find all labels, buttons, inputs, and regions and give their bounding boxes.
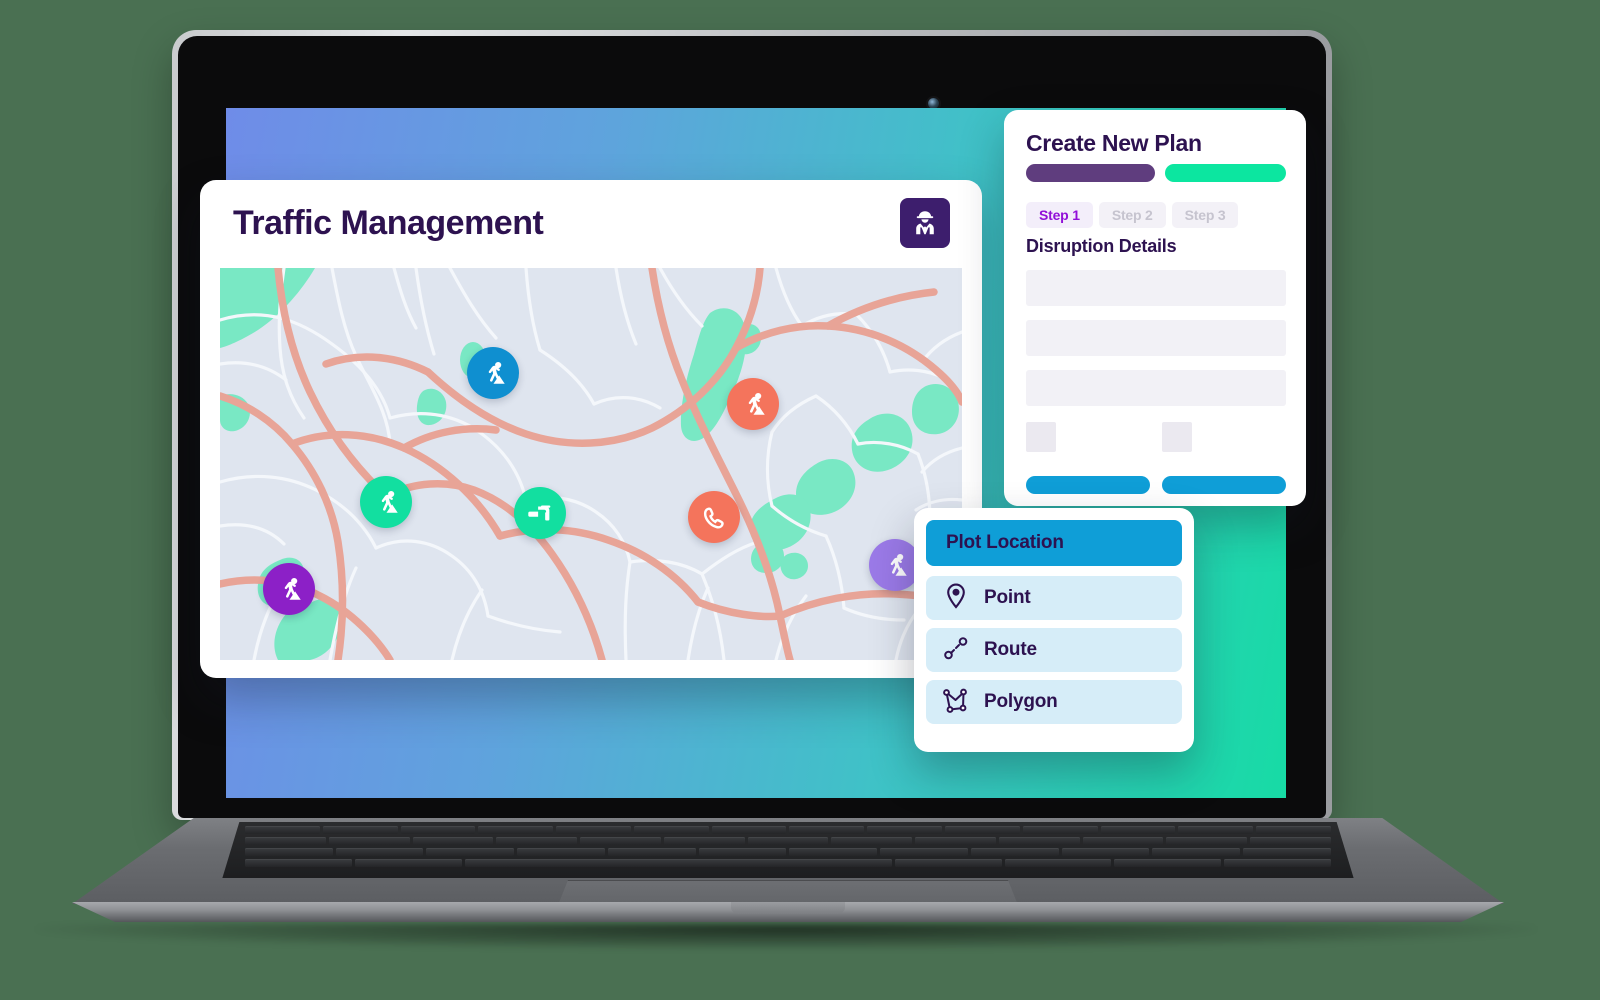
map-pin-icon [942, 582, 970, 615]
keyboard-key [328, 837, 410, 845]
laptop-base [72, 818, 1504, 930]
map-marker-roadworks-blue[interactable] [467, 347, 519, 399]
keyboard-spacebar [464, 859, 892, 867]
disruption-field-3[interactable] [1026, 370, 1286, 406]
map-marker-roadworks-green[interactable] [360, 476, 412, 528]
construction-worker-avatar-icon[interactable] [900, 198, 950, 248]
keyboard-key [517, 848, 605, 856]
keyboard-key [478, 826, 554, 834]
keyboard-key [556, 826, 631, 834]
keyboard-key [789, 826, 865, 834]
tab-step-2[interactable]: Step 2 [1098, 202, 1166, 228]
keyboard-key [244, 848, 333, 856]
keyboard-key [1224, 859, 1331, 867]
disruption-field-1[interactable] [1026, 270, 1286, 306]
step-tabs: Step 1 Step 2 Step 3 [1026, 202, 1239, 228]
keyboard-key [698, 848, 787, 856]
keyboard-key [335, 848, 424, 856]
keyboard-key [1061, 848, 1150, 856]
keyboard [222, 822, 1354, 878]
keyboard-key [426, 848, 515, 856]
screenshot-stage: Traffic Management Create New Plan Step … [0, 0, 1600, 1000]
traffic-management-card: Traffic Management [200, 180, 982, 678]
disruption-field-2[interactable] [1026, 320, 1286, 356]
map-marker-telecoms[interactable] [688, 491, 740, 543]
keyboard-key [496, 837, 578, 845]
keyboard-key [711, 826, 787, 834]
tab-step-1[interactable]: Step 1 [1026, 202, 1093, 228]
keyboard-key [998, 837, 1080, 845]
keyboard-key [1256, 826, 1331, 834]
primary-progress-bar [1026, 164, 1155, 182]
keyboard-key [354, 859, 462, 867]
secondary-progress-bar [1164, 164, 1286, 182]
map-viewport[interactable] [220, 268, 962, 660]
keyboard-key [867, 826, 943, 834]
keyboard-key [244, 826, 320, 834]
page-title: Traffic Management [233, 204, 544, 242]
create-new-plan-panel: Create New Plan Step 1 Step 2 Step 3 Dis… [1004, 110, 1306, 506]
map-graphic [220, 268, 962, 660]
keyboard-key [633, 826, 709, 834]
plot-location-panel: Plot Location Point Route Polygon [914, 508, 1194, 752]
laptop-open-notch [730, 902, 846, 914]
keyboard-key [789, 848, 878, 856]
map-marker-roadworks-purple[interactable] [263, 563, 315, 615]
keyboard-key [1243, 848, 1331, 856]
keyboard-key [663, 837, 745, 845]
route-icon [942, 634, 970, 667]
map-marker-water-supply[interactable] [514, 487, 566, 539]
trackpad[interactable] [558, 880, 1018, 903]
disruption-details-heading: Disruption Details [1026, 236, 1177, 256]
keyboard-key [1082, 837, 1164, 845]
plan-panel-title: Create New Plan [1026, 130, 1202, 156]
keyboard-key [1004, 859, 1112, 867]
keyboard-key [607, 848, 696, 856]
plot-option-label: Point [984, 587, 1031, 608]
plot-option-label: Route [984, 639, 1037, 660]
plot-location-header[interactable]: Plot Location [926, 520, 1182, 566]
card-header: Traffic Management [200, 180, 982, 268]
keyboard-key [1250, 837, 1331, 845]
plot-option-polygon[interactable]: Polygon [926, 680, 1182, 724]
plan-progress-bars [1026, 164, 1286, 182]
secondary-action-button[interactable] [1162, 476, 1286, 494]
laptop-deck [72, 818, 1504, 904]
keyboard-key [400, 826, 476, 834]
keyboard-key [244, 837, 326, 845]
keyboard-key [322, 826, 398, 834]
keyboard-key [244, 859, 352, 867]
keyboard-key [1022, 826, 1098, 834]
plot-option-point[interactable]: Point [926, 576, 1182, 620]
primary-action-button[interactable] [1026, 476, 1150, 494]
checkbox-1[interactable] [1026, 422, 1056, 452]
keyboard-key [970, 848, 1059, 856]
keyboard-key [1100, 826, 1176, 834]
tab-step-3[interactable]: Step 3 [1171, 202, 1239, 228]
plot-option-label: Polygon [984, 691, 1058, 712]
checkbox-2[interactable] [1162, 422, 1192, 452]
keyboard-key [412, 837, 494, 845]
keyboard-key [880, 848, 968, 856]
keyboard-key [1178, 826, 1254, 834]
keyboard-key [580, 837, 661, 845]
keyboard-key [831, 837, 913, 845]
map-marker-roadworks-coral[interactable] [727, 378, 779, 430]
keyboard-key [945, 826, 1020, 834]
plot-option-route[interactable]: Route [926, 628, 1182, 672]
keyboard-key [1114, 859, 1222, 867]
keyboard-key [747, 837, 829, 845]
keyboard-key [1166, 837, 1248, 845]
polygon-icon [942, 686, 970, 719]
keyboard-key [915, 837, 996, 845]
keyboard-key [1152, 848, 1241, 856]
keyboard-key [894, 859, 1002, 867]
